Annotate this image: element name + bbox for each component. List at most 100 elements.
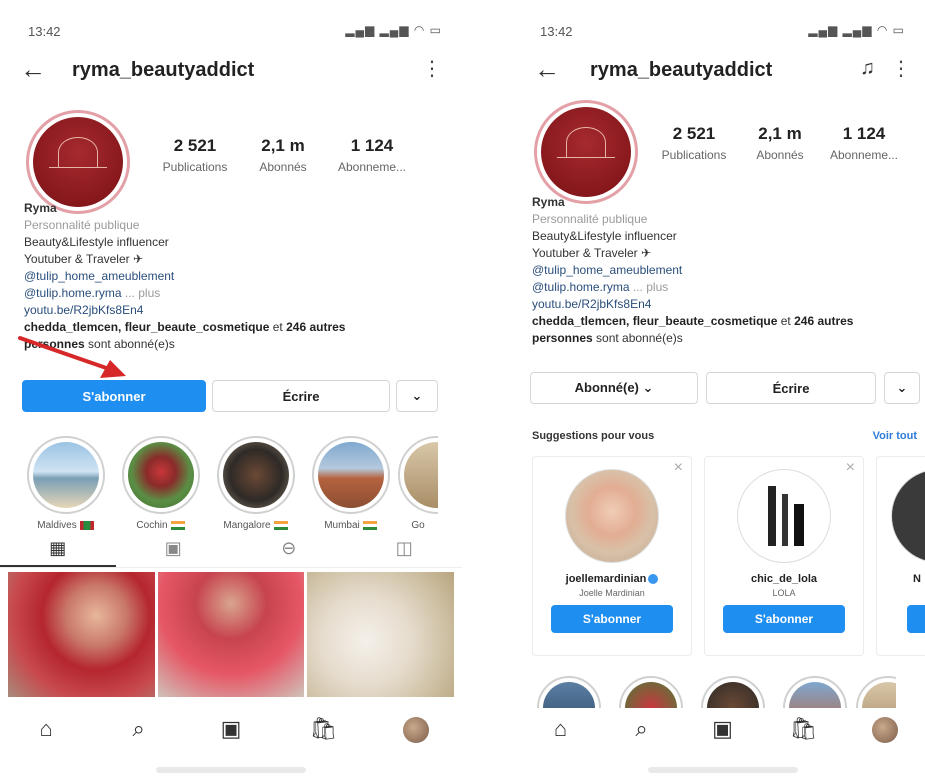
stat-following[interactable]: 1 124 Abonneme... — [326, 136, 418, 174]
followers-label: Abonnés — [756, 148, 804, 162]
highlight-maldives[interactable]: Maldives — [18, 436, 113, 531]
back-arrow-icon[interactable]: ← — [534, 54, 560, 85]
bio-link-1[interactable]: @tulip_home_ameublement — [24, 268, 444, 285]
back-arrow-icon[interactable]: ← — [20, 54, 46, 85]
bio-more[interactable]: ... plus — [633, 280, 668, 294]
shop-icon[interactable]: 🛍 — [277, 708, 369, 754]
bio-link-2-row: @tulip.home.ryma ... plus — [532, 279, 924, 296]
suggestions-dropdown-button[interactable]: ⌄ — [396, 380, 438, 412]
highlight-3[interactable] — [692, 676, 774, 708]
profile-avatar[interactable] — [534, 100, 638, 204]
search-icon[interactable]: ⌕ — [601, 708, 682, 754]
igtv-tab-icon[interactable]: ⊖ — [231, 532, 347, 567]
suggestion-card-1[interactable]: × joellemardinian Joelle Mardinian S'abo… — [532, 456, 692, 656]
bottom-navigation: ⌂ ⌕ ▣ 🛍 — [0, 708, 462, 754]
suggestion-card-2[interactable]: × chic_de_lola LOLA S'abonner — [704, 456, 864, 656]
followers-label: Abonnés — [259, 160, 307, 174]
suggestion-avatar[interactable] — [891, 469, 925, 563]
suggestion-avatar[interactable] — [565, 469, 659, 563]
red-arrow-annotation — [18, 336, 126, 378]
tagged-tab-icon[interactable]: ◫ — [347, 532, 463, 567]
signal-icons: ▂▄▆ ▂▄▆ ◠ ▭ — [345, 23, 442, 37]
home-icon[interactable]: ⌂ — [0, 708, 92, 754]
search-icon[interactable]: ⌕ — [92, 708, 184, 754]
profile-nav-icon[interactable] — [370, 708, 462, 754]
message-button[interactable]: Écrire — [212, 380, 390, 412]
suggestions-header: Suggestions pour vous Voir tout — [532, 430, 917, 450]
bio-url[interactable]: youtu.be/R2jbKfs8En4 — [24, 302, 444, 319]
suggestion-name: Joelle Mardinian — [579, 588, 645, 598]
highlight-5[interactable] — [856, 676, 896, 708]
stat-followers[interactable]: 2,1 m Abonnés — [740, 124, 820, 162]
suggestion-username[interactable]: joellemardinian — [533, 573, 691, 585]
shop-icon[interactable]: 🛍 — [763, 708, 844, 754]
grid-tab-icon[interactable]: ▦ — [0, 532, 116, 567]
suggestion-username[interactable]: chic_de_lola — [705, 573, 863, 585]
home-icon[interactable]: ⌂ — [520, 708, 601, 754]
bell-icon[interactable]: ♫ — [860, 57, 875, 80]
profile-nav-icon[interactable] — [844, 708, 925, 754]
signal-icons: ▂▄▆ ▂▄▆ ◠ ▭ — [808, 23, 905, 37]
stat-posts[interactable]: 2 521 Publications — [150, 136, 240, 174]
suggestion-follow-button[interactable]: S'abonner — [723, 605, 845, 633]
bio-link-1[interactable]: @tulip_home_ameublement — [532, 262, 924, 279]
message-button[interactable]: Écrire — [706, 372, 876, 404]
profile-bio: Ryma Personnalité publique Beauty&Lifest… — [532, 194, 924, 347]
followed-by-end[interactable]: personnes sont abonné(e)s — [532, 330, 924, 347]
suggestion-card-3[interactable]: N — [876, 456, 925, 656]
bio-url[interactable]: youtu.be/R2jbKfs8En4 — [532, 296, 924, 313]
bio-link-2[interactable]: @tulip.home.ryma — [24, 286, 122, 300]
dismiss-suggestion-close-icon[interactable]: × — [674, 459, 683, 477]
more-options-icon[interactable]: ⋮ — [422, 56, 442, 81]
profile-avatar[interactable] — [26, 110, 130, 214]
suggestions-dropdown-button[interactable]: ⌄ — [884, 372, 920, 404]
reels-tab-icon[interactable]: ▣ — [116, 532, 232, 567]
suggestion-cards: × joellemardinian Joelle Mardinian S'abo… — [532, 456, 925, 656]
home-indicator — [156, 767, 306, 773]
follow-button[interactable]: S'abonner — [22, 380, 206, 412]
see-all-link[interactable]: Voir tout — [873, 430, 917, 442]
post-thumbnail-1[interactable] — [8, 572, 155, 697]
highlight-4[interactable] — [774, 676, 856, 708]
highlight-2[interactable] — [610, 676, 692, 708]
bottom-navigation: ⌂ ⌕ ▣ 🛍 — [520, 708, 925, 754]
home-indicator — [647, 767, 798, 773]
following-button[interactable]: Abonné(e) ⌄ — [530, 372, 698, 404]
post-thumbnail-3[interactable] — [307, 572, 455, 697]
highlight-mangalore[interactable]: Mangalore — [208, 436, 303, 531]
profile-stats: 2 521 Publications 2,1 m Abonnés 1 124 A… — [648, 124, 908, 162]
bio-line-1: Beauty&Lifestyle influencer — [24, 235, 169, 249]
suggestion-follow-button[interactable]: S'abonner — [551, 605, 673, 633]
profile-username: ryma_beautyaddict — [590, 59, 773, 81]
highlight-1[interactable] — [528, 676, 610, 708]
highlight-cochin[interactable]: Cochin — [113, 436, 208, 531]
more-options-icon[interactable]: ⋮ — [891, 56, 911, 81]
bio-name: Ryma — [24, 201, 57, 215]
reels-icon[interactable]: ▣ — [185, 708, 277, 754]
suggestions-title: Suggestions pour vous — [532, 430, 655, 442]
phone-screen-left: 13:42 ▂▄▆ ▂▄▆ ◠ ▭ ← ryma_beautyaddict ⋮ … — [0, 0, 462, 783]
following-count: 1 124 — [350, 136, 394, 155]
dismiss-suggestion-close-icon[interactable]: × — [846, 459, 855, 477]
profile-stats: 2 521 Publications 2,1 m Abonnés 1 124 A… — [150, 136, 418, 174]
stat-following[interactable]: 1 124 Abonneme... — [820, 124, 908, 162]
suggestion-avatar[interactable] — [737, 469, 831, 563]
bio-category: Personnalité publique — [532, 212, 648, 226]
suggestion-username[interactable]: N — [877, 573, 925, 585]
stat-posts[interactable]: 2 521 Publications — [648, 124, 740, 162]
phone-screen-right: 13:42 ▂▄▆ ▂▄▆ ◠ ▭ ← ryma_beautyaddict ♫ … — [520, 0, 925, 783]
suggestion-follow-button[interactable] — [907, 605, 925, 633]
profile-header: ← ryma_beautyaddict ⋮ — [20, 52, 442, 92]
highlight-go[interactable]: Go — [398, 436, 438, 531]
post-thumbnail-2[interactable] — [157, 572, 305, 697]
followed-by[interactable]: chedda_tlemcen, fleur_beaute_cosmetique … — [532, 313, 924, 330]
bio-more[interactable]: ... plus — [125, 286, 160, 300]
highlight-mumbai[interactable]: Mumbai — [303, 436, 398, 531]
bio-link-2[interactable]: @tulip.home.ryma — [532, 280, 630, 294]
stat-followers[interactable]: 2,1 m Abonnés — [240, 136, 326, 174]
suggestion-name: LOLA — [772, 588, 796, 598]
bio-category: Personnalité publique — [24, 218, 140, 232]
reels-icon[interactable]: ▣ — [682, 708, 763, 754]
bio-link-2-row: @tulip.home.ryma ... plus — [24, 285, 444, 302]
status-time: 13:42 — [540, 24, 573, 39]
